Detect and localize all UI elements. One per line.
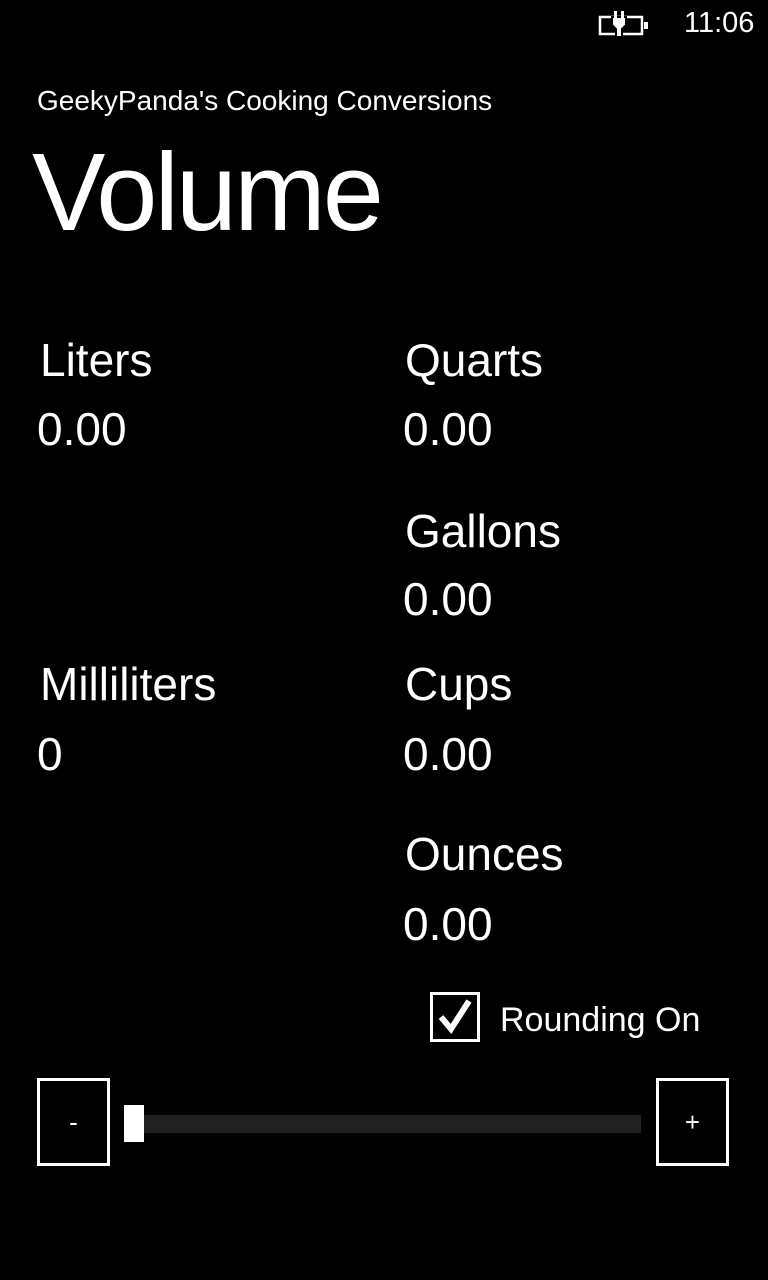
ounces-label: Ounces	[405, 828, 564, 880]
ounces-value[interactable]: 0.00	[403, 901, 493, 947]
slider-thumb[interactable]	[124, 1105, 144, 1142]
quarts-value[interactable]: 0.00	[403, 406, 493, 452]
cups-label: Cups	[405, 658, 513, 710]
gallons-label: Gallons	[405, 505, 561, 557]
increase-button[interactable]: +	[656, 1078, 729, 1166]
decrease-button[interactable]: -	[37, 1078, 110, 1166]
page-title: Volume	[32, 131, 384, 254]
rounding-label: Rounding On	[500, 1001, 701, 1039]
checkmark-icon	[438, 999, 472, 1035]
battery-charging-icon	[598, 11, 648, 37]
milliliters-label: Milliliters	[40, 658, 217, 710]
liters-value[interactable]: 0.00	[37, 406, 127, 452]
cups-value[interactable]: 0.00	[403, 731, 493, 777]
slider-track[interactable]	[125, 1115, 641, 1133]
app-title: GeekyPanda's Cooking Conversions	[37, 85, 493, 116]
checkbox-box[interactable]	[430, 992, 480, 1042]
gallons-value[interactable]: 0.00	[403, 576, 493, 622]
liters-label: Liters	[40, 334, 153, 386]
quarts-label: Quarts	[405, 334, 544, 386]
clock: 11:06	[684, 7, 755, 39]
milliliters-value[interactable]: 0	[37, 731, 63, 777]
